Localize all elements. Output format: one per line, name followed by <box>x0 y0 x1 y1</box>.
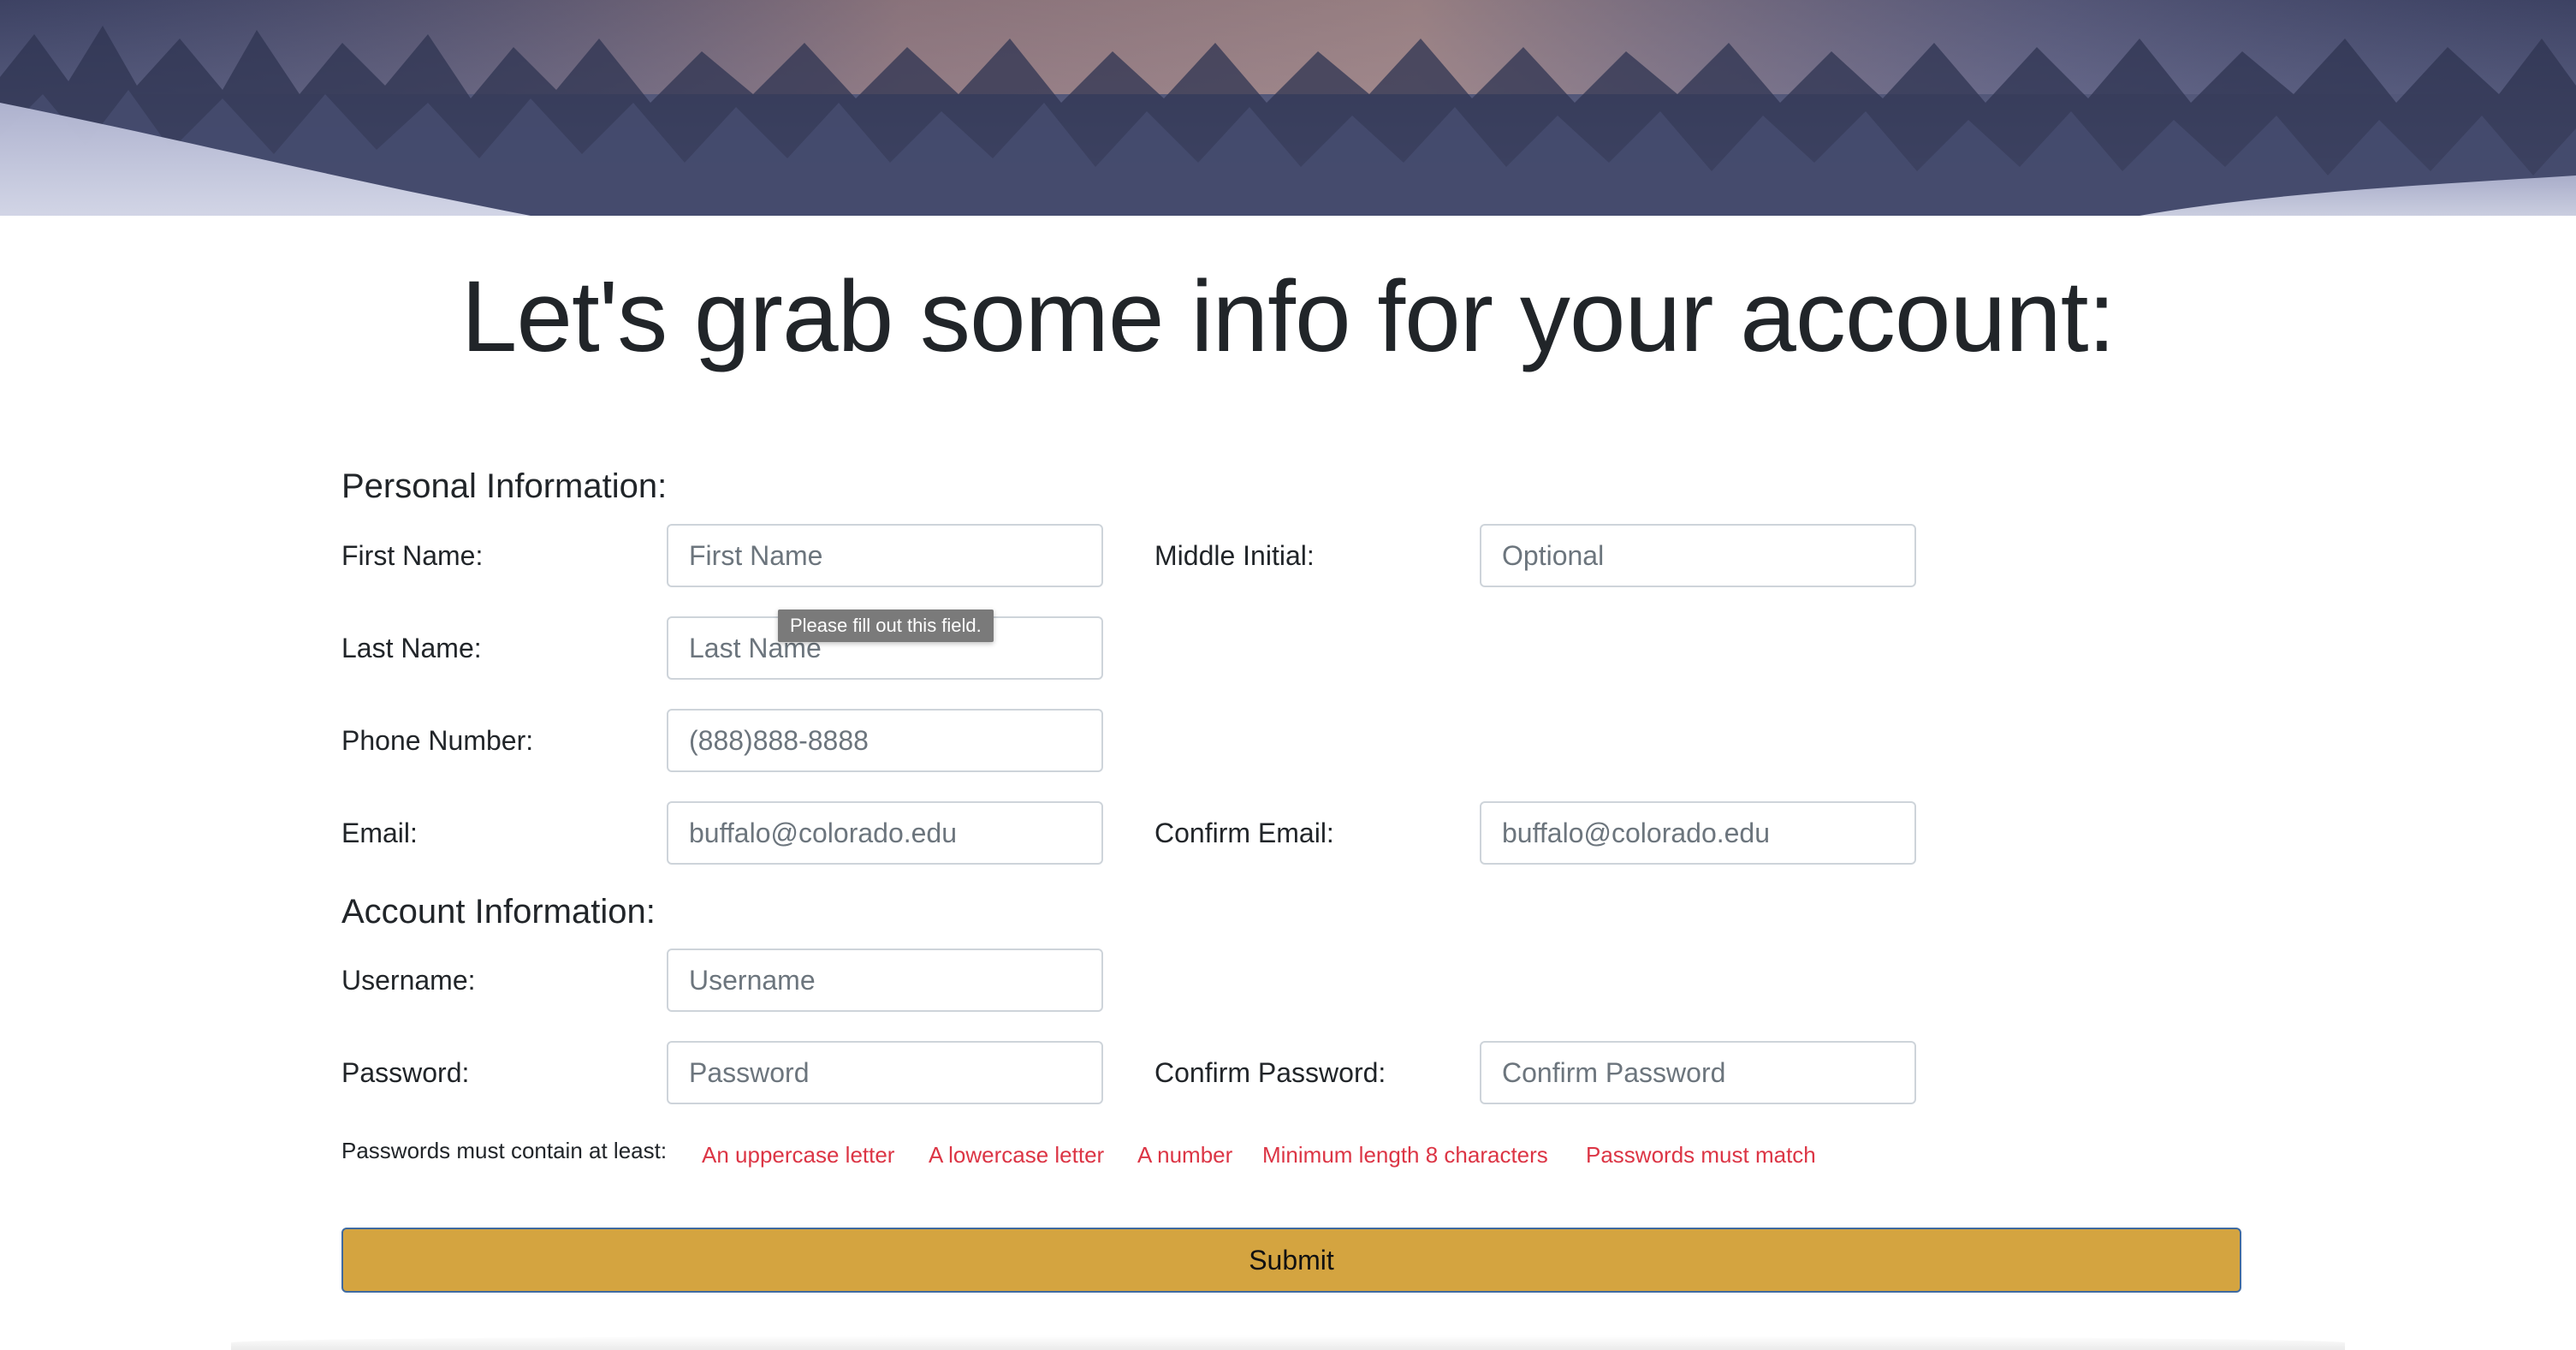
rule-min-length: Minimum length 8 characters <box>1262 1142 1548 1168</box>
personal-information-title: Personal Information: <box>341 467 668 505</box>
password-requirements-intro: Passwords must contain at least: <box>341 1138 668 1163</box>
confirm-email-label: Confirm Email: <box>1154 818 1334 848</box>
rule-lowercase: A lowercase letter <box>929 1142 1105 1168</box>
rule-passwords-match: Passwords must match <box>1586 1142 1816 1168</box>
email-label: Email: <box>341 818 418 848</box>
validation-tooltip: Please fill out this field. <box>778 610 994 642</box>
last-name-label: Last Name: <box>341 633 482 663</box>
account-form: Personal Information: First Name: Middle… <box>0 0 2576 1350</box>
first-name-input[interactable] <box>667 524 1103 587</box>
first-name-label: First Name: <box>341 540 484 571</box>
bottom-card-shadow <box>231 1335 2345 1350</box>
phone-number-label: Phone Number: <box>341 725 534 756</box>
submit-button[interactable]: Submit <box>341 1228 2241 1293</box>
confirm-password-input[interactable] <box>1480 1041 1916 1104</box>
rule-number: A number <box>1137 1142 1233 1168</box>
middle-initial-input[interactable] <box>1480 524 1916 587</box>
phone-number-input[interactable] <box>667 709 1103 772</box>
middle-initial-label: Middle Initial: <box>1154 540 1315 571</box>
email-input[interactable] <box>667 801 1103 865</box>
username-label: Username: <box>341 965 476 996</box>
password-input[interactable] <box>667 1041 1103 1104</box>
confirm-password-label: Confirm Password: <box>1154 1057 1386 1088</box>
password-label: Password: <box>341 1057 470 1088</box>
rule-uppercase: An uppercase letter <box>702 1142 895 1168</box>
account-information-title: Account Information: <box>341 893 656 931</box>
confirm-email-input[interactable] <box>1480 801 1916 865</box>
username-input[interactable] <box>667 949 1103 1012</box>
